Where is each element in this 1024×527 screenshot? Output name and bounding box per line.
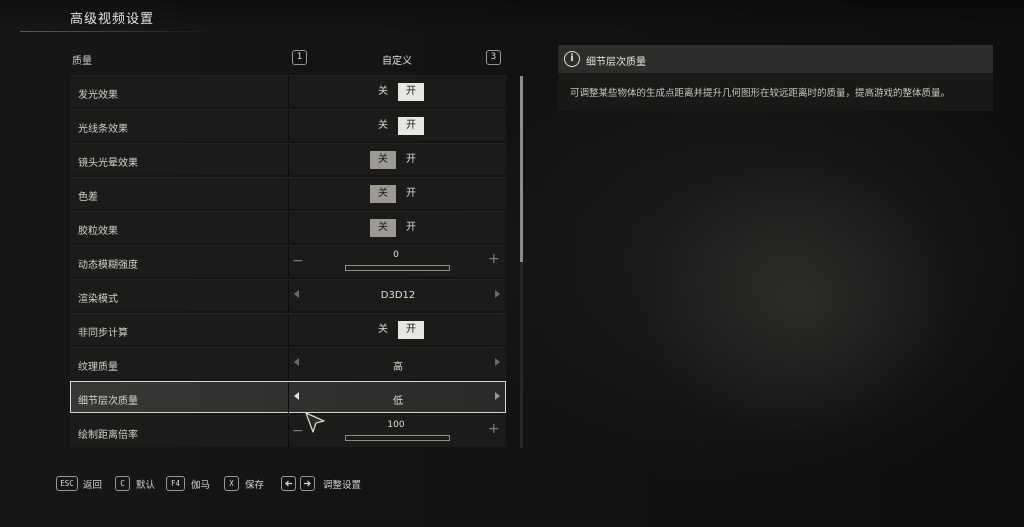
setting-row[interactable]: 绘制距离倍率 − 100 + <box>70 415 506 447</box>
toggle-on-option[interactable]: 开 <box>398 117 424 135</box>
setting-row[interactable]: 色差 关开 <box>70 177 506 209</box>
info-panel: i 细节层次质量 可调整某些物体的生成点距离并提升几何图形在较远距离时的质量，提… <box>558 45 993 111</box>
setting-row[interactable]: 光线条效果 关开 <box>70 109 506 141</box>
c-key[interactable]: C <box>115 476 130 491</box>
setting-label: 动态模糊强度 <box>78 260 138 271</box>
setting-row[interactable]: 胶粒效果 关开 <box>70 211 506 243</box>
left-arrow-icon[interactable] <box>294 392 299 400</box>
adjust-label: 调整设置 <box>323 480 362 491</box>
setting-label: 渲染模式 <box>78 294 118 305</box>
row-divider <box>288 314 289 345</box>
info-title: 细节层次质量 <box>586 57 646 68</box>
setting-label: 细节层次质量 <box>78 396 138 407</box>
left-arrow-icon[interactable] <box>294 290 299 298</box>
row-divider <box>288 348 289 379</box>
setting-label: 发光效果 <box>78 90 118 101</box>
row-divider <box>288 280 289 311</box>
toggle-on-option[interactable]: 开 <box>398 185 424 203</box>
gamma-label: 伽马 <box>191 480 211 491</box>
row-divider <box>288 178 289 209</box>
save-label: 保存 <box>245 480 265 491</box>
setting-row[interactable]: 动态模糊强度 − 0 + <box>70 245 506 277</box>
toggle-switch[interactable]: 关开 <box>370 321 430 339</box>
quality-label: 质量 <box>72 56 92 67</box>
toggle-switch[interactable]: 关开 <box>370 117 430 135</box>
page-title: 高级视频设置 <box>70 12 155 27</box>
toggle-on-option[interactable]: 开 <box>398 219 424 237</box>
back-label: 返回 <box>83 480 103 491</box>
title-divider <box>20 31 215 32</box>
row-divider <box>288 110 289 141</box>
minus-icon[interactable]: − <box>292 423 304 439</box>
toggle-off-option[interactable]: 关 <box>370 185 396 203</box>
mouse-cursor-icon <box>305 412 327 438</box>
row-divider <box>288 212 289 243</box>
setting-row[interactable]: 发光效果 关开 <box>70 75 506 107</box>
f4-key[interactable]: F4 <box>166 476 185 491</box>
left-arrow-icon[interactable] <box>294 358 299 366</box>
setting-label: 非同步计算 <box>78 328 128 339</box>
row-divider <box>288 144 289 175</box>
row-divider <box>288 416 289 447</box>
setting-row[interactable]: 非同步计算 关开 <box>70 313 506 345</box>
default-label: 默认 <box>136 480 156 491</box>
setting-label: 纹理质量 <box>78 362 118 373</box>
toggle-switch[interactable]: 关开 <box>370 151 430 169</box>
setting-label: 绘制距离倍率 <box>78 430 138 441</box>
toggle-on-option[interactable]: 开 <box>398 83 424 101</box>
quality-prev-key[interactable]: 1 <box>292 50 307 65</box>
slider-value: 0 <box>393 250 399 260</box>
row-divider <box>288 246 289 277</box>
right-arrow-icon[interactable] <box>495 358 500 366</box>
setting-label: 镜头光晕效果 <box>78 158 138 169</box>
selector-value: 高 <box>393 362 403 373</box>
right-arrow-icon[interactable] <box>495 392 500 400</box>
setting-row[interactable]: 镜头光晕效果 关开 <box>70 143 506 175</box>
toggle-off-option[interactable]: 关 <box>370 321 396 339</box>
slider-track[interactable] <box>345 435 450 441</box>
settings-scrollbar[interactable] <box>520 76 523 448</box>
setting-label: 光线条效果 <box>78 124 128 135</box>
toggle-on-option[interactable]: 开 <box>398 321 424 339</box>
right-arrow-icon[interactable] <box>495 290 500 298</box>
plus-icon[interactable]: + <box>488 421 500 437</box>
selector-value: 低 <box>393 396 403 407</box>
setting-row[interactable]: 渲染模式 D3D12 <box>70 279 506 311</box>
quality-value: 自定义 <box>382 56 412 67</box>
toggle-switch[interactable]: 关开 <box>370 219 430 237</box>
row-divider <box>288 76 289 107</box>
slider-track[interactable] <box>345 265 450 271</box>
toggle-off-option[interactable]: 关 <box>370 219 396 237</box>
quality-preset[interactable]: 质量 1 自定义 3 <box>70 48 506 70</box>
info-description: 可调整某些物体的生成点距离并提升几何图形在较远距离时的质量，提高游戏的整体质量。 <box>570 88 951 99</box>
scrollbar-thumb[interactable] <box>520 76 523 262</box>
selector-value: D3D12 <box>380 290 416 301</box>
setting-row[interactable]: 纹理质量 高 <box>70 347 506 379</box>
toggle-off-option[interactable]: 关 <box>370 117 396 135</box>
info-header: i 细节层次质量 <box>558 45 993 73</box>
settings-list: 发光效果关开光线条效果关开镜头光晕效果关开色差关开胶粒效果关开动态模糊强度 −0 +… <box>70 75 506 453</box>
row-divider <box>288 382 289 413</box>
right-arrow-key-icon[interactable] <box>300 476 315 491</box>
toggle-on-option[interactable]: 开 <box>398 151 424 169</box>
left-arrow-key-icon[interactable] <box>281 476 296 491</box>
toggle-off-option[interactable]: 关 <box>370 83 396 101</box>
x-key[interactable]: X <box>224 476 239 491</box>
toggle-off-option[interactable]: 关 <box>370 151 396 169</box>
esc-key[interactable]: ESC <box>56 476 78 491</box>
plus-icon[interactable]: + <box>488 251 500 267</box>
info-icon: i <box>564 51 580 67</box>
setting-row[interactable]: 细节层次质量 低 <box>70 381 506 413</box>
minus-icon[interactable]: − <box>292 253 304 269</box>
toggle-switch[interactable]: 关开 <box>370 185 430 203</box>
setting-label: 色差 <box>78 192 98 203</box>
slider-value: 100 <box>387 420 405 430</box>
toggle-switch[interactable]: 关开 <box>370 83 430 101</box>
setting-label: 胶粒效果 <box>78 226 118 237</box>
quality-next-key[interactable]: 3 <box>486 50 501 65</box>
